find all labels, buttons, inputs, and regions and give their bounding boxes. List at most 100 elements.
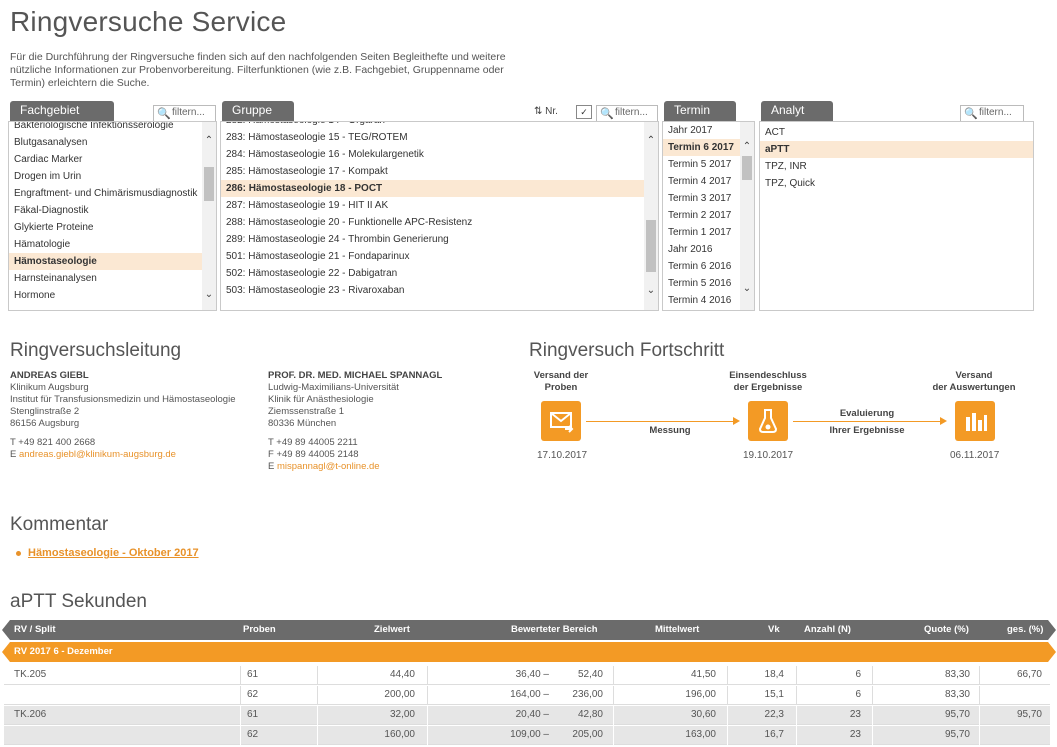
cell-bis: 205,00 bbox=[572, 729, 603, 740]
cell-vk: 16,7 bbox=[764, 729, 784, 740]
fachgebiet-list-item[interactable]: Glykierte Proteine bbox=[9, 219, 202, 236]
gruppe-list-item[interactable]: 287: Hämostaseologie 19 - HIT II AK bbox=[221, 197, 644, 214]
analyt-list-item[interactable]: TPZ, INR bbox=[760, 158, 1033, 175]
chevron-up-icon[interactable]: ⌃ bbox=[644, 134, 658, 148]
fachgebiet-list-item[interactable]: Hormone bbox=[9, 287, 202, 304]
fachgebiet-list-item[interactable]: Fäkal-Diagnostik bbox=[9, 202, 202, 219]
table-group-row[interactable]: RV 2017 6 - Dezember bbox=[2, 642, 1056, 662]
gruppe-list-item[interactable]: 286: Hämostaseologie 18 - POCT bbox=[221, 180, 644, 197]
cell-ziel: 160,00 bbox=[384, 729, 415, 740]
gruppe-list-item[interactable]: 501: Hämostaseologie 21 - Fondaparinux bbox=[221, 248, 644, 265]
progress-line bbox=[793, 421, 941, 422]
chevron-down-icon[interactable]: ⌄ bbox=[202, 288, 216, 302]
results-title: aPTT Sekunden bbox=[10, 591, 147, 612]
fachgebiet-tab: Fachgebiet bbox=[10, 101, 114, 121]
sort-control[interactable]: ⇅ Nr. bbox=[534, 106, 558, 117]
analyt-filter-input[interactable]: 🔍 filtern... bbox=[960, 105, 1024, 122]
leitung-title: Ringversuchsleitung bbox=[10, 340, 182, 361]
mid1-label: Messung bbox=[649, 425, 691, 436]
chevron-down-icon[interactable]: ⌄ bbox=[740, 282, 754, 296]
fachgebiet-list-item[interactable]: Engraftment- und Chimärismusdiagnostik bbox=[9, 185, 202, 202]
analyt-list-item[interactable]: aPTT bbox=[760, 141, 1033, 158]
gruppe-list-item[interactable]: 502: Hämostaseologie 22 - Dabigatran bbox=[221, 265, 644, 282]
kommentar-link[interactable]: Hämostaseologie - Oktober 2017 bbox=[28, 547, 199, 559]
analyt-list-item[interactable]: TPZ, Quick bbox=[760, 175, 1033, 192]
fachgebiet-filter-input[interactable]: 🔍 filtern... bbox=[153, 105, 216, 122]
contact-phone: T +49 89 44005 2211 bbox=[268, 437, 358, 448]
termin-list-item[interactable]: Termin 4 2017 bbox=[663, 173, 740, 190]
step2-date: 19.10.2017 bbox=[743, 450, 794, 461]
chevron-down-icon[interactable]: ⌄ bbox=[644, 284, 658, 298]
contact-line: Stenglinstraße 2 bbox=[10, 406, 80, 417]
arrow-right-icon bbox=[940, 417, 947, 425]
termin-list-item[interactable]: Termin 1 2017 bbox=[663, 224, 740, 241]
cell-ziel: 200,00 bbox=[384, 689, 415, 700]
cell-mittel: 163,00 bbox=[685, 729, 716, 740]
arrow-right-icon bbox=[733, 417, 740, 425]
sort-dropdown[interactable]: ✓ bbox=[576, 105, 592, 119]
contact-line: 86156 Augsburg bbox=[10, 418, 80, 429]
fachgebiet-list-item[interactable]: Hämostaseologie bbox=[9, 253, 202, 270]
chevron-up-icon[interactable]: ⌃ bbox=[740, 140, 754, 154]
step1-label: Versand der Proben bbox=[533, 370, 589, 393]
fachgebiet-list-item[interactable]: Blutgasanalysen bbox=[9, 134, 202, 151]
scroll-thumb[interactable] bbox=[204, 167, 214, 201]
col-vk: Vk bbox=[768, 624, 780, 635]
cell-von: 20,40 – bbox=[515, 709, 549, 720]
scroll-thumb[interactable] bbox=[646, 220, 656, 272]
fachgebiet-list[interactable]: Bakteriologische Infektionsserologie Blut… bbox=[8, 121, 217, 311]
fachgebiet-list-item[interactable]: Cardiac Marker bbox=[9, 151, 202, 168]
step1-date: 17.10.2017 bbox=[537, 450, 588, 461]
termin-list-item[interactable]: Termin 3 2017 bbox=[663, 190, 740, 207]
analyt-list[interactable]: ACT aPTT TPZ, INR TPZ, Quick bbox=[759, 121, 1034, 311]
termin-list-item[interactable]: Termin 5 2016 bbox=[663, 275, 740, 292]
col-mittelwert: Mittelwert bbox=[655, 624, 700, 635]
bar-chart-icon bbox=[955, 401, 995, 441]
bullet-icon bbox=[16, 551, 21, 556]
termin-list-item[interactable]: Termin 5 2017 bbox=[663, 156, 740, 173]
termin-list-item[interactable]: Termin 6 2016 bbox=[663, 258, 740, 275]
gruppe-filter-input[interactable]: 🔍 filtern... bbox=[596, 105, 658, 122]
fachgebiet-list-item[interactable]: Hämatologie bbox=[9, 236, 202, 253]
cell-von: 164,00 – bbox=[510, 689, 549, 700]
email-link[interactable]: andreas.giebl@klinikum-augsburg.de bbox=[19, 449, 176, 460]
chevron-up-icon[interactable]: ⌃ bbox=[202, 134, 216, 148]
scroll-thumb[interactable] bbox=[742, 156, 752, 180]
termin-list-item[interactable]: Termin 2 2017 bbox=[663, 207, 740, 224]
gruppe-scrollbar[interactable]: ⌃ ⌄ bbox=[644, 122, 658, 310]
kommentar-title: Kommentar bbox=[10, 514, 109, 535]
cell-n: 6 bbox=[855, 669, 861, 680]
termin-list-item[interactable]: Termin 4 2016 bbox=[663, 292, 740, 309]
termin-list[interactable]: Jahr 2017 Termin 6 2017 Termin 5 2017 Termi… bbox=[662, 121, 755, 311]
cell-quote: 83,30 bbox=[944, 689, 970, 700]
termin-list-item[interactable]: Jahr 2016 bbox=[663, 241, 740, 258]
contact-spannagl: PROF. DR. MED. MICHAEL SPANNAGL Ludwig-M… bbox=[268, 370, 443, 472]
sort-icon: ⇅ bbox=[534, 106, 543, 117]
search-icon: 🔍 bbox=[600, 108, 614, 120]
gruppe-list-item[interactable]: 288: Hämostaseologie 20 - Funktionelle A… bbox=[221, 214, 644, 231]
contact-fax: F +49 89 44005 2148 bbox=[268, 449, 359, 460]
mid2-label-bottom: Ihrer Ergebnisse bbox=[829, 425, 905, 436]
gruppe-list-item[interactable]: 283: Hämostaseologie 15 - TEG/ROTEM bbox=[221, 129, 644, 146]
fachgebiet-scrollbar[interactable]: ⌃ ⌄ bbox=[202, 122, 216, 310]
progress-line bbox=[586, 421, 734, 422]
cell-probe: 62 bbox=[247, 729, 259, 740]
cell-probe: 61 bbox=[247, 709, 259, 720]
fachgebiet-list-item[interactable]: Drogen im Urin bbox=[9, 168, 202, 185]
gruppe-list-item[interactable]: 503: Hämostaseologie 23 - Rivaroxaban bbox=[221, 282, 644, 299]
contact-line: Klinik für Anästhesiologie bbox=[268, 394, 374, 405]
gruppe-list-item[interactable]: 282: Hämostaseologie 14 - Orgaran bbox=[221, 122, 644, 129]
gruppe-list-item[interactable]: 285: Hämostaseologie 17 - Kompakt bbox=[221, 163, 644, 180]
gruppe-list-item[interactable]: 289: Hämostaseologie 24 - Thrombin Gener… bbox=[221, 231, 644, 248]
termin-scrollbar[interactable]: ⌃ ⌄ bbox=[740, 122, 754, 310]
gruppe-list-item[interactable]: 284: Hämostaseologie 16 - Molekulargenet… bbox=[221, 146, 644, 163]
analyt-list-item[interactable]: ACT bbox=[760, 124, 1033, 141]
cell-n: 6 bbox=[855, 689, 861, 700]
termin-list-item[interactable]: Jahr 2017 bbox=[663, 122, 740, 139]
fachgebiet-list-item[interactable]: Bakteriologische Infektionsserologie bbox=[9, 122, 202, 134]
fachgebiet-list-item[interactable]: Harnsteinanalysen bbox=[9, 270, 202, 287]
gruppe-list[interactable]: 282: Hämostaseologie 14 - Orgaran283: Hä… bbox=[220, 121, 659, 311]
col-ges: ges. (%) bbox=[1007, 624, 1044, 635]
email-link[interactable]: mispannagl@t-online.de bbox=[277, 461, 380, 472]
termin-list-item[interactable]: Termin 6 2017 bbox=[663, 139, 740, 156]
